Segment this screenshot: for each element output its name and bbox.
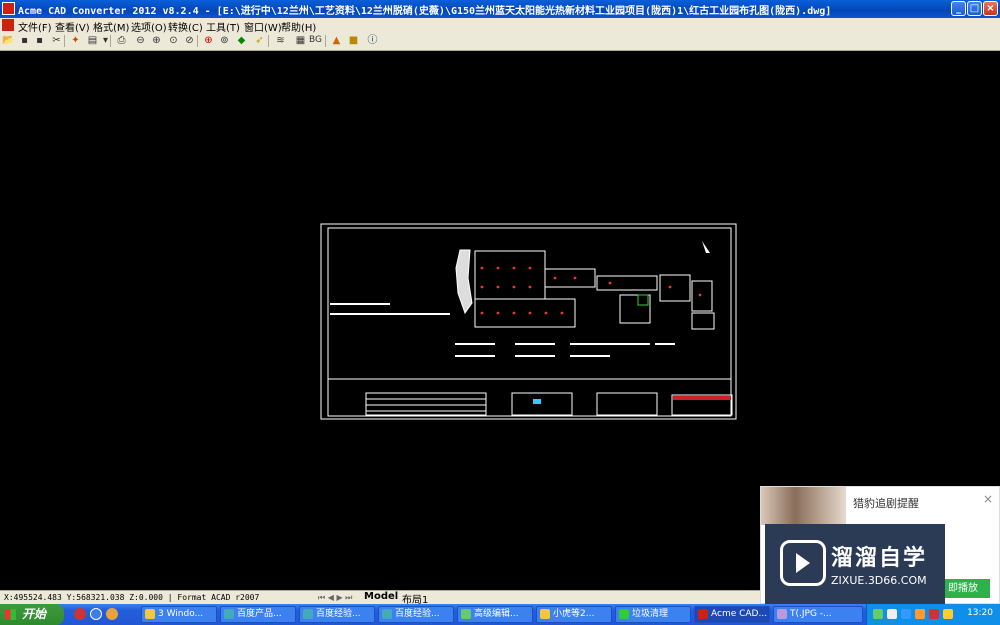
ie-icon[interactable] [90, 608, 102, 620]
convert-icon[interactable]: ✦ [69, 34, 82, 47]
image-viewer-icon [777, 609, 787, 619]
close-button[interactable]: × [983, 1, 998, 16]
browser-icon [303, 609, 313, 619]
task-button-active[interactable]: Acme CAD... [694, 606, 770, 623]
windows-flag-icon [5, 609, 16, 620]
tray-icon[interactable] [901, 609, 911, 619]
layers-icon[interactable]: ≋ [274, 34, 287, 47]
menu-options[interactable]: 选项(O) [131, 19, 167, 34]
quicklaunch-icon[interactable] [106, 608, 118, 620]
browser-icon [224, 609, 234, 619]
toolbar-separator [110, 35, 111, 47]
open-icon[interactable]: 📂 [2, 34, 15, 47]
tab-model[interactable]: Model [364, 591, 398, 602]
popup-close-button[interactable]: × [983, 492, 993, 506]
toolbar-separator [197, 35, 198, 47]
task-button[interactable]: 高级编辑... [457, 606, 533, 623]
bg-color-icon[interactable]: ▦ [294, 34, 307, 47]
play-logo-icon [780, 540, 826, 586]
bg-label-icon[interactable]: BG [309, 34, 322, 47]
menu-file[interactable]: 文件(F) [18, 19, 52, 34]
task-button[interactable]: T(.JPG -... [773, 606, 863, 623]
title-bar: Acme CAD Converter 2012 v8.2.4 - [E:\进行中… [0, 0, 1000, 18]
cut-icon[interactable]: ✂ [50, 34, 63, 47]
folder-icon [145, 609, 155, 619]
toolbar: 📂 ▪ ▪ ✂ ✦ ▤ ▾ ⎙ ⊖ ⊕ ⊙ ⊘ ⊕ ⊚ ◆ ➶ ≋ ▦ BG ▲… [0, 33, 1000, 51]
popup-title: 猎豹追剧提醒 [853, 497, 919, 510]
print-icon[interactable]: ⎙ [115, 34, 128, 47]
batch-convert-icon[interactable]: ▤ [86, 34, 99, 47]
browser-icon [382, 609, 392, 619]
menu-tools[interactable]: 工具(T) [206, 19, 240, 34]
toolbar-separator [64, 35, 65, 47]
watermark-title: 溜溜自学 [831, 546, 928, 571]
task-button[interactable]: 百度产品... [220, 606, 296, 623]
maximize-button[interactable]: □ [967, 1, 982, 16]
zoom-extents-icon[interactable]: ⊕ [202, 34, 215, 47]
markup-icon[interactable]: ■ [347, 34, 360, 47]
watermark-logo: 溜溜自学 ZIXUE.3D66.COM [765, 524, 945, 608]
window-title: Acme CAD Converter 2012 v8.2.4 - [E:\进行中… [18, 6, 832, 17]
minimize-button[interactable]: _ [951, 1, 966, 16]
task-button[interactable]: 百度经验... [299, 606, 375, 623]
menu-convert[interactable]: 转换(C) [168, 19, 203, 34]
save-icon[interactable]: ▪ [18, 34, 31, 47]
hide-icon[interactable]: ◆ [235, 34, 248, 47]
coordinates-readout: X:495524.483 Y:568321.038 Z:0.000 | Form… [4, 593, 260, 602]
measure-icon[interactable]: ▲ [330, 34, 343, 47]
toolbar-separator [268, 35, 269, 47]
start-button[interactable]: 开始 [0, 604, 64, 625]
cad-drawing [320, 223, 737, 420]
zoom-out-icon[interactable]: ⊖ [134, 34, 147, 47]
quicklaunch-icon[interactable] [74, 608, 86, 620]
menu-format[interactable]: 格式(M) [93, 19, 129, 34]
tray-icon[interactable] [887, 609, 897, 619]
watermark-url: ZIXUE.3D66.COM [831, 574, 927, 587]
pointer-icon[interactable]: ➶ [253, 34, 266, 47]
image-icon [540, 609, 550, 619]
zoom-in-icon[interactable]: ⊕ [150, 34, 163, 47]
task-button[interactable]: 百度经验... [378, 606, 454, 623]
zoom-realtime-icon[interactable]: ⊘ [183, 34, 196, 47]
menu-window[interactable]: 窗口(W) [244, 19, 282, 34]
menu-help[interactable]: 帮助(H) [281, 19, 316, 34]
cad-icon [698, 609, 708, 619]
cleaner-icon [619, 609, 629, 619]
editor-icon [461, 609, 471, 619]
about-icon[interactable]: ⓘ [366, 34, 379, 47]
clock: 13:20 [967, 608, 993, 618]
popup-thumbnail[interactable] [761, 487, 846, 525]
zoom-window-icon[interactable]: ⊙ [167, 34, 180, 47]
save-as-icon[interactable]: ▪ [33, 34, 46, 47]
layout-nav-buttons[interactable]: ⏮ ◀ ▶ ⏭ [318, 593, 352, 603]
taskbar: 开始 3 Windo... 百度产品... 百度经验... 百度经验... 高级… [0, 604, 1000, 625]
task-button[interactable]: 3 Windo... [141, 606, 217, 623]
tray-icon[interactable] [873, 609, 883, 619]
menu-view[interactable]: 查看(V) [55, 19, 90, 34]
toolbar-separator [325, 35, 326, 47]
task-button[interactable]: 小虎等2... [536, 606, 612, 623]
tray-icon[interactable] [929, 609, 939, 619]
task-button[interactable]: 垃圾清理 [615, 606, 691, 623]
document-icon[interactable] [2, 19, 14, 31]
app-icon[interactable] [2, 2, 15, 15]
pan-icon[interactable]: ⊚ [218, 34, 231, 47]
tray-icon[interactable] [943, 609, 953, 619]
tray-icon[interactable] [915, 609, 925, 619]
system-tray: 13:20 [866, 604, 1000, 625]
menu-bar: 文件(F) 查看(V) 格式(M) 选项(O) 转换(C) 工具(T) 窗口(W… [0, 18, 1000, 34]
